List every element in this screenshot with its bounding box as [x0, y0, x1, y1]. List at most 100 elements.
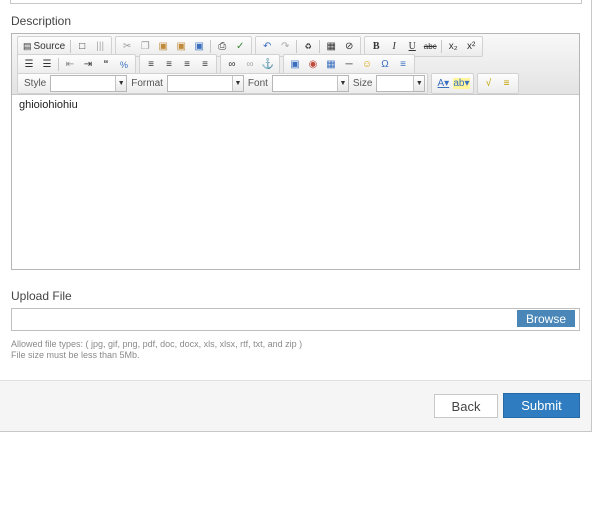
maximize-button[interactable]: √: [480, 75, 498, 92]
smiley-icon: ☺: [361, 59, 373, 70]
image-button[interactable]: ▣: [286, 56, 304, 73]
bg-color-button[interactable]: ab▾: [452, 75, 470, 92]
chevron-down-icon: ▼: [336, 76, 348, 91]
form-panel: Description ▤ Source □ ||| ✂ ❐ ▣ ▣ ▣ ⎙ ✓…: [0, 0, 592, 432]
editor-content[interactable]: ghioiohiohiu: [19, 99, 78, 111]
select-all-button[interactable]: ▦: [322, 38, 340, 55]
align-center-button[interactable]: ≡: [160, 56, 178, 73]
undo-icon: ↶: [263, 41, 272, 52]
link-button[interactable]: ∞: [223, 56, 241, 73]
page-break-button[interactable]: ≡: [394, 56, 412, 73]
style-combo-label: Style: [24, 78, 47, 89]
anchor-button[interactable]: ⚓: [259, 56, 277, 73]
paste-text-icon: ▣: [176, 41, 186, 52]
outdent-button[interactable]: ⇤: [61, 56, 79, 73]
cut-button[interactable]: ✂: [118, 38, 136, 55]
align-left-icon: ≡: [148, 59, 154, 70]
redo-button[interactable]: ↷: [276, 38, 294, 55]
previous-field-bottom: [10, 0, 582, 4]
find-replace-button[interactable]: ♻: [299, 38, 317, 55]
paste-button[interactable]: ▣: [154, 38, 172, 55]
underline-button[interactable]: U: [403, 38, 421, 55]
subscript-button[interactable]: x₂: [444, 38, 462, 55]
toolbar-group-tools: √ ≡: [476, 73, 519, 94]
upload-file-label: Upload File: [11, 289, 72, 303]
browse-button[interactable]: Browse: [517, 310, 575, 327]
italic-button[interactable]: I: [385, 38, 403, 55]
size-combo[interactable]: ▼: [376, 75, 426, 92]
allowed-file-types-hint: Allowed file types: ( jpg, gif, png, pdf…: [11, 339, 303, 349]
chevron-down-icon: ▼: [115, 76, 127, 91]
style-combo[interactable]: ▼: [50, 75, 128, 92]
font-combo[interactable]: ▼: [271, 75, 349, 92]
toolbar-separator: [210, 40, 212, 53]
toolbar-group-align: ≡ ≡ ≡ ≡: [139, 54, 217, 75]
unlink-icon: ∞: [246, 59, 254, 70]
horizontal-rule-icon: ─: [345, 59, 353, 70]
font-combo-label: Font: [247, 78, 268, 89]
style-combo-field: [51, 76, 115, 91]
numbered-list-icon: ☰: [24, 59, 34, 70]
link-icon: ∞: [228, 59, 236, 70]
subscript-icon: x₂: [448, 41, 458, 52]
toolbar-row-3: Style ▼ Format ▼ Font ▼ Size ▼ A▾ ab▾ √ …: [17, 73, 522, 94]
file-path-input[interactable]: [11, 308, 580, 331]
superscript-button[interactable]: x²: [462, 38, 480, 55]
remove-format-button[interactable]: ⊘: [340, 38, 358, 55]
templates-icon: |||: [96, 41, 105, 52]
size-combo-field: [377, 76, 413, 91]
bulleted-list-button[interactable]: ☰: [38, 56, 56, 73]
strike-button[interactable]: abc: [421, 38, 439, 55]
back-button[interactable]: Back: [434, 394, 498, 418]
image-icon: ▣: [290, 59, 300, 70]
div-container-button[interactable]: %: [115, 56, 133, 73]
align-left-button[interactable]: ≡: [142, 56, 160, 73]
print-icon: ⎙: [218, 41, 227, 52]
new-page-button[interactable]: □: [73, 38, 91, 55]
smiley-button[interactable]: ☺: [358, 56, 376, 73]
toolbar-separator: [319, 40, 321, 53]
format-combo-label: Format: [131, 78, 163, 89]
special-char-button[interactable]: Ω: [376, 56, 394, 73]
table-button[interactable]: ▦: [322, 56, 340, 73]
unlink-button[interactable]: ∞: [241, 56, 259, 73]
superscript-icon: x²: [467, 41, 476, 52]
submit-button[interactable]: Submit: [503, 393, 580, 418]
text-color-button[interactable]: A▾: [434, 75, 452, 92]
bold-icon: B: [372, 41, 380, 52]
spellcheck-button[interactable]: ✓: [231, 38, 249, 55]
align-right-button[interactable]: ≡: [178, 56, 196, 73]
toolbar-separator: [296, 40, 298, 53]
horizontal-rule-button[interactable]: ─: [340, 56, 358, 73]
numbered-list-button[interactable]: ☰: [20, 56, 38, 73]
show-blocks-button[interactable]: ≡: [498, 75, 516, 92]
flash-button[interactable]: ◉: [304, 56, 322, 73]
indent-button[interactable]: ⇥: [79, 56, 97, 73]
file-size-hint: File size must be less than 5Mb.: [11, 350, 140, 360]
templates-button[interactable]: |||: [91, 38, 109, 55]
print-button[interactable]: ⎙: [213, 38, 231, 55]
justify-button[interactable]: ≡: [196, 56, 214, 73]
toolbar-separator: [58, 58, 59, 71]
table-icon: ▦: [326, 59, 336, 70]
size-combo-label: Size: [352, 78, 373, 89]
blockquote-icon: “: [103, 59, 109, 70]
redo-icon: ↷: [281, 41, 290, 52]
blockquote-button[interactable]: “: [97, 56, 115, 73]
align-center-icon: ≡: [166, 59, 172, 70]
paste-icon: ▣: [158, 41, 168, 52]
editor-toolbar: ▤ Source □ ||| ✂ ❐ ▣ ▣ ▣ ⎙ ✓ ↶ ↷ ♻ ▦ ⊘ B…: [12, 34, 579, 95]
copy-button[interactable]: ❐: [136, 38, 154, 55]
bold-button[interactable]: B: [367, 38, 385, 55]
strike-icon: abc: [423, 42, 437, 51]
source-icon: ▤: [23, 41, 32, 51]
format-combo[interactable]: ▼: [166, 75, 244, 92]
paste-text-button[interactable]: ▣: [172, 38, 190, 55]
toolbar-separator: [70, 40, 72, 53]
font-combo-field: [273, 76, 337, 91]
description-label: Description: [11, 14, 72, 28]
source-button[interactable]: ▤ Source: [20, 38, 68, 55]
undo-button[interactable]: ↶: [258, 38, 276, 55]
toolbar-group-paragraph: ☰ ☰ ⇤ ⇥ “ %: [17, 54, 136, 75]
paste-word-button[interactable]: ▣: [190, 38, 208, 55]
